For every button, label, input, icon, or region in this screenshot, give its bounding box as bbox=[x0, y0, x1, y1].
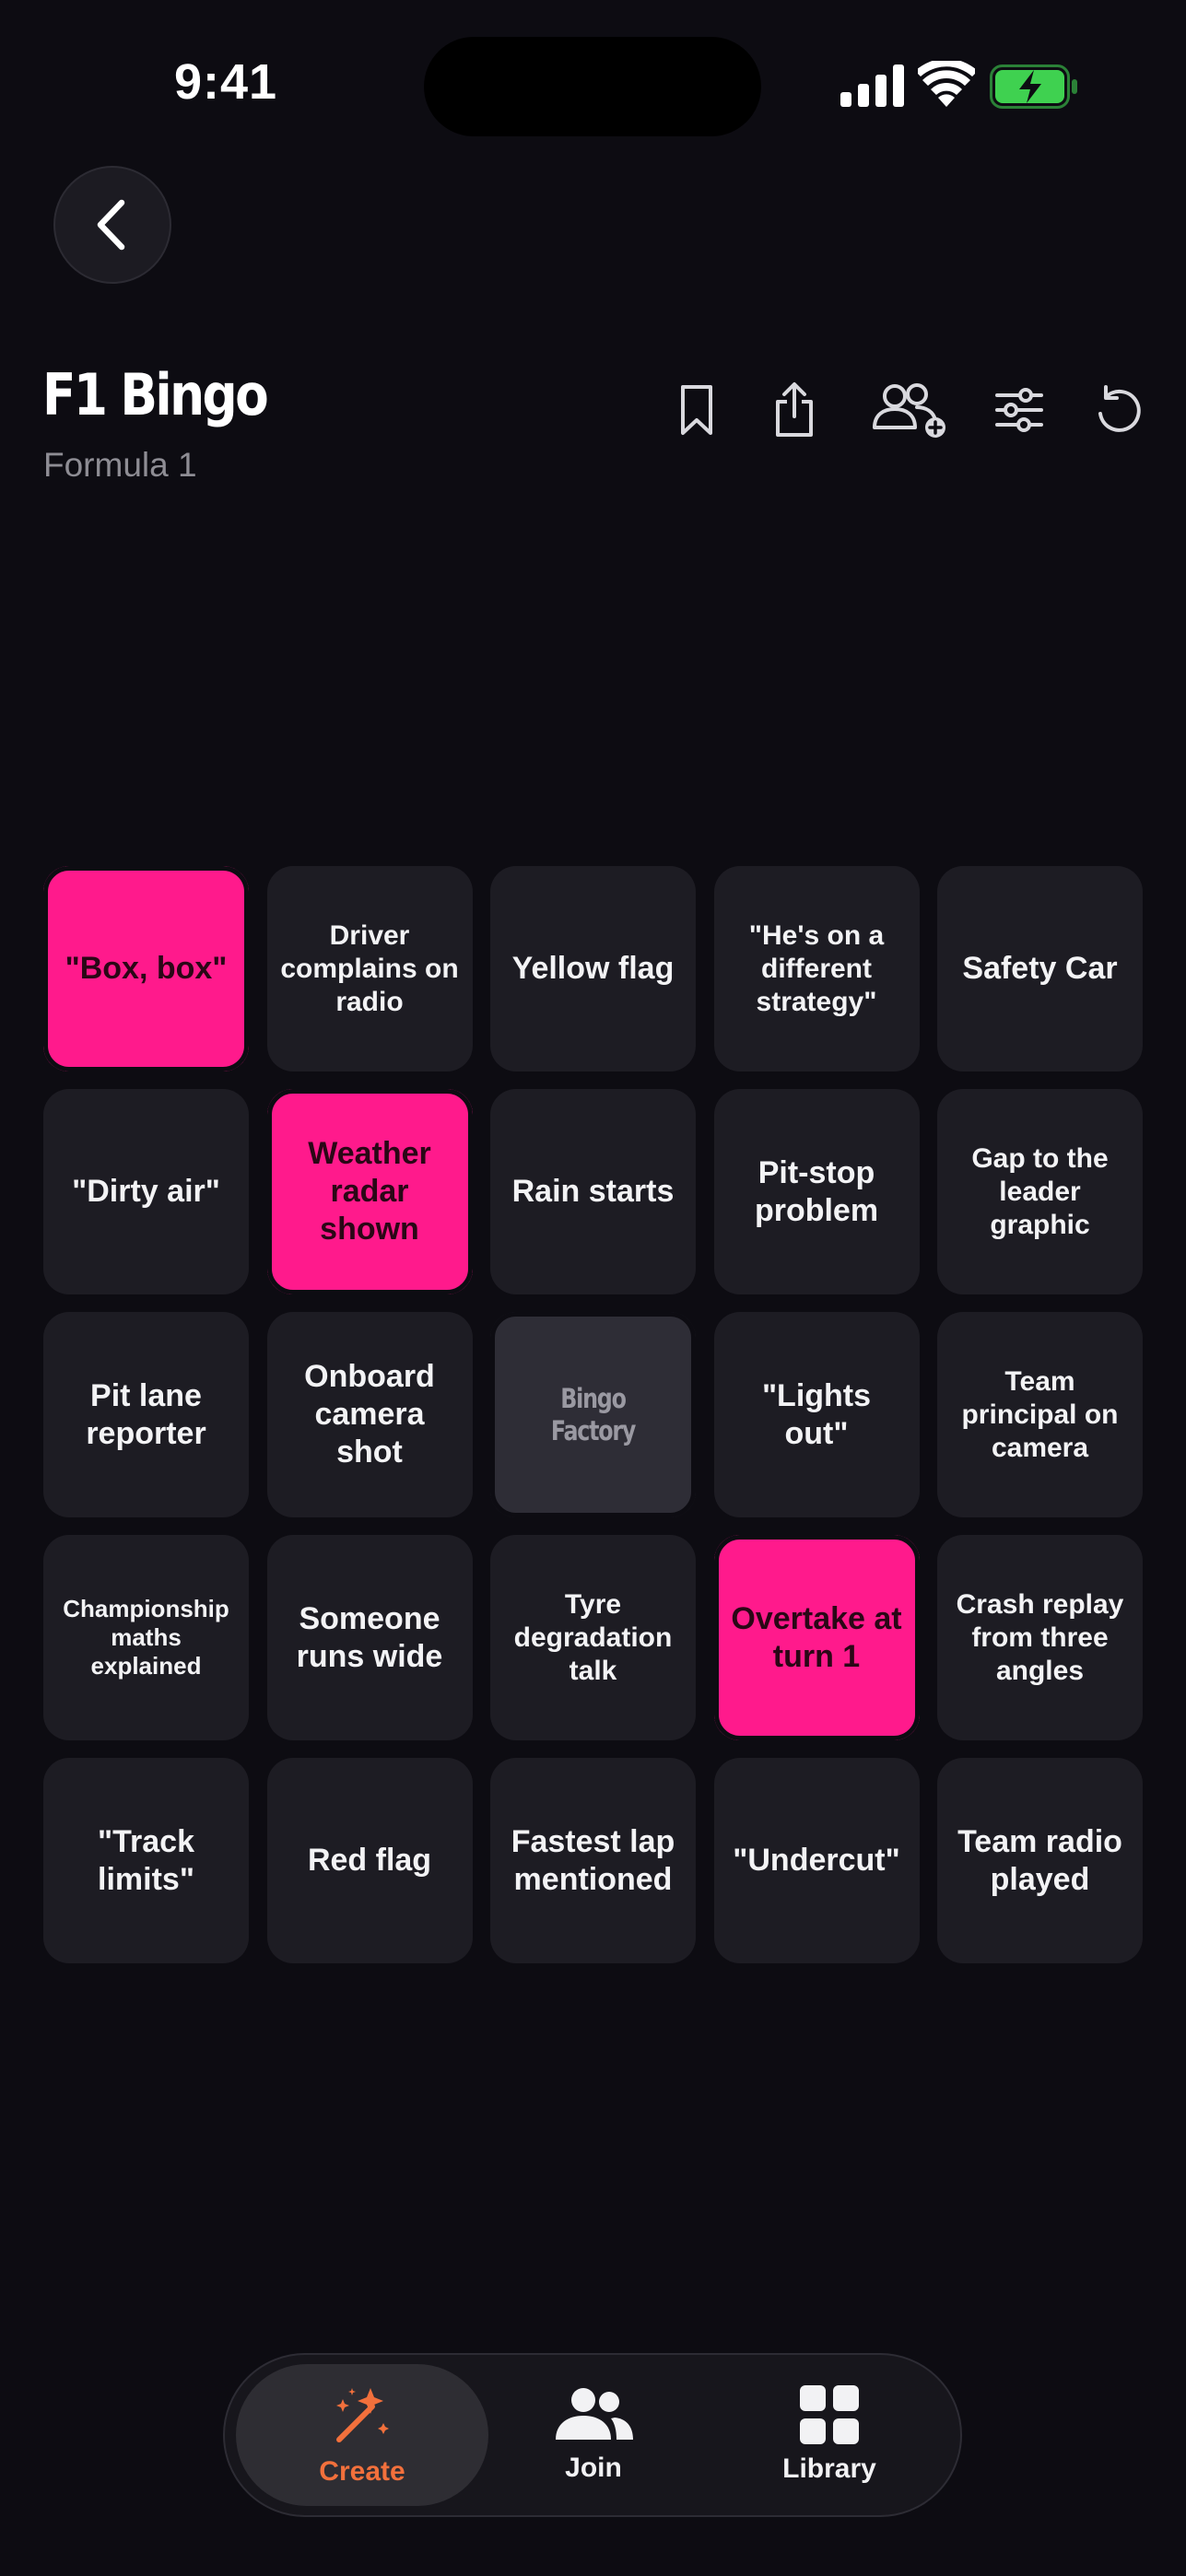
bingo-cell[interactable]: Red flag bbox=[266, 1758, 473, 1963]
bookmark-icon bbox=[681, 385, 712, 435]
bingo-cell[interactable]: Crash replay from three angles bbox=[937, 1535, 1143, 1740]
bingo-cell[interactable]: "Undercut" bbox=[713, 1758, 920, 1963]
bingo-cell[interactable]: "Dirty air" bbox=[43, 1089, 249, 1294]
bingo-cell-text: Gap to the leader graphic bbox=[971, 1142, 1109, 1240]
nav-create-label: Create bbox=[319, 2456, 405, 2487]
sliders-icon bbox=[995, 388, 1043, 432]
page-subtitle: Formula 1 bbox=[43, 446, 197, 484]
bingo-cell-text: "Box, box" bbox=[65, 951, 228, 987]
bingo-cell-text: Pit lane reporter bbox=[86, 1377, 206, 1451]
chevron-left-icon bbox=[97, 199, 125, 251]
share-button[interactable] bbox=[769, 378, 820, 442]
bingo-cell[interactable]: Driver complains on radio bbox=[266, 866, 473, 1071]
bingo-cell[interactable]: Championship maths explained bbox=[43, 1535, 249, 1740]
refresh-icon bbox=[1098, 385, 1141, 432]
dynamic-island bbox=[424, 37, 761, 136]
bingo-cell-text: Driver complains on radio bbox=[280, 919, 459, 1017]
bingo-cell-text: Onboard camera shot bbox=[304, 1359, 435, 1469]
bottom-navigation: Create Join Library bbox=[223, 2353, 962, 2517]
bingo-cell-text: "He's on a different strategy" bbox=[748, 919, 885, 1017]
bingo-cell-marked[interactable]: Overtake at turn 1 bbox=[713, 1535, 920, 1740]
bingo-cell-text: Weather radar shown bbox=[308, 1136, 431, 1247]
bingo-cell-marked[interactable]: "Box, box" bbox=[43, 866, 249, 1071]
bingo-cell[interactable]: Onboard camera shot bbox=[266, 1312, 473, 1517]
bingo-cell-text: Tyre degradation talk bbox=[513, 1588, 673, 1686]
nav-library-label: Library bbox=[782, 2453, 876, 2484]
bingo-cell-text: Crash replay from three angles bbox=[956, 1588, 1124, 1686]
bingo-cell[interactable]: Fastest lap mentioned bbox=[490, 1758, 696, 1963]
magic-wand-icon bbox=[336, 2388, 389, 2442]
bingo-cell[interactable]: Pit-stop problem bbox=[713, 1089, 920, 1294]
nav-join-label: Join bbox=[565, 2453, 622, 2483]
bingo-cell-marked[interactable]: Weather radar shown bbox=[266, 1089, 473, 1294]
grid-icon bbox=[800, 2385, 859, 2444]
nav-join[interactable]: Join bbox=[501, 2364, 686, 2506]
bookmark-button[interactable] bbox=[673, 378, 721, 442]
bingo-cell-text: "Lights out" bbox=[761, 1377, 872, 1451]
bingo-cell[interactable]: "Lights out" bbox=[713, 1312, 920, 1517]
bingo-cell-text: Yellow flag bbox=[511, 951, 675, 987]
people-icon bbox=[556, 2388, 633, 2440]
battery-charging-icon bbox=[990, 64, 1077, 109]
bingo-cell[interactable]: Team radio played bbox=[937, 1758, 1143, 1963]
bingo-cell-text: "Undercut" bbox=[733, 1843, 900, 1879]
bingo-cell[interactable]: Pit lane reporter bbox=[43, 1312, 249, 1517]
toolbar bbox=[0, 378, 1186, 442]
bingo-cell-text: Team principal on camera bbox=[961, 1365, 1119, 1463]
bingo-cell-text: Safety Car bbox=[962, 951, 1118, 987]
wifi-icon bbox=[918, 61, 975, 107]
add-people-icon bbox=[873, 383, 945, 438]
bingo-cell[interactable]: "He's on a different strategy" bbox=[713, 866, 920, 1071]
nav-library[interactable]: Library bbox=[737, 2364, 922, 2506]
bingo-cell-text: Overtake at turn 1 bbox=[731, 1600, 902, 1674]
bingo-cell-text: Fastest lap mentioned bbox=[511, 1823, 675, 1897]
bingo-cell[interactable]: Rain starts bbox=[490, 1089, 696, 1294]
bingo-cell[interactable]: Someone runs wide bbox=[266, 1535, 473, 1740]
bingo-cell[interactable]: Team principal on camera bbox=[937, 1312, 1143, 1517]
cellular-signal-icon bbox=[840, 64, 904, 107]
status-time: 9:41 bbox=[173, 54, 278, 110]
back-button[interactable] bbox=[53, 166, 171, 284]
bingo-cell-text: "Track limits" bbox=[98, 1823, 194, 1897]
bingo-cell[interactable]: Gap to the leader graphic bbox=[937, 1089, 1143, 1294]
bingo-board: "Box, box" Driver complains on radio Yello… bbox=[43, 866, 1143, 1963]
bingo-cell[interactable]: Tyre degradation talk bbox=[490, 1535, 696, 1740]
bingo-cell-text: Championship maths explained bbox=[63, 1594, 229, 1680]
bingo-cell-text: Pit-stop problem bbox=[754, 1154, 879, 1228]
bingo-cell-text: Team radio played bbox=[957, 1823, 1122, 1897]
bingo-cell[interactable]: Yellow flag bbox=[490, 866, 696, 1071]
bingo-cell-text: Someone runs wide bbox=[296, 1600, 443, 1674]
reset-button[interactable] bbox=[1095, 378, 1143, 442]
share-icon bbox=[776, 382, 813, 437]
status-bar: 9:41 bbox=[0, 0, 1186, 175]
settings-button[interactable] bbox=[995, 378, 1043, 442]
bingo-cell-text: Rain starts bbox=[511, 1174, 675, 1210]
bingo-cell[interactable]: "Track limits" bbox=[43, 1758, 249, 1963]
bingo-free-cell[interactable]: Bingo Factory bbox=[490, 1312, 696, 1517]
bingo-cell-text: Bingo Factory bbox=[550, 1382, 637, 1446]
bingo-cell-text: Red flag bbox=[307, 1843, 432, 1879]
bingo-cell[interactable]: Safety Car bbox=[937, 866, 1143, 1071]
nav-create[interactable]: Create bbox=[236, 2364, 488, 2506]
add-people-button[interactable] bbox=[870, 378, 949, 442]
bingo-cell-text: "Dirty air" bbox=[72, 1174, 220, 1210]
